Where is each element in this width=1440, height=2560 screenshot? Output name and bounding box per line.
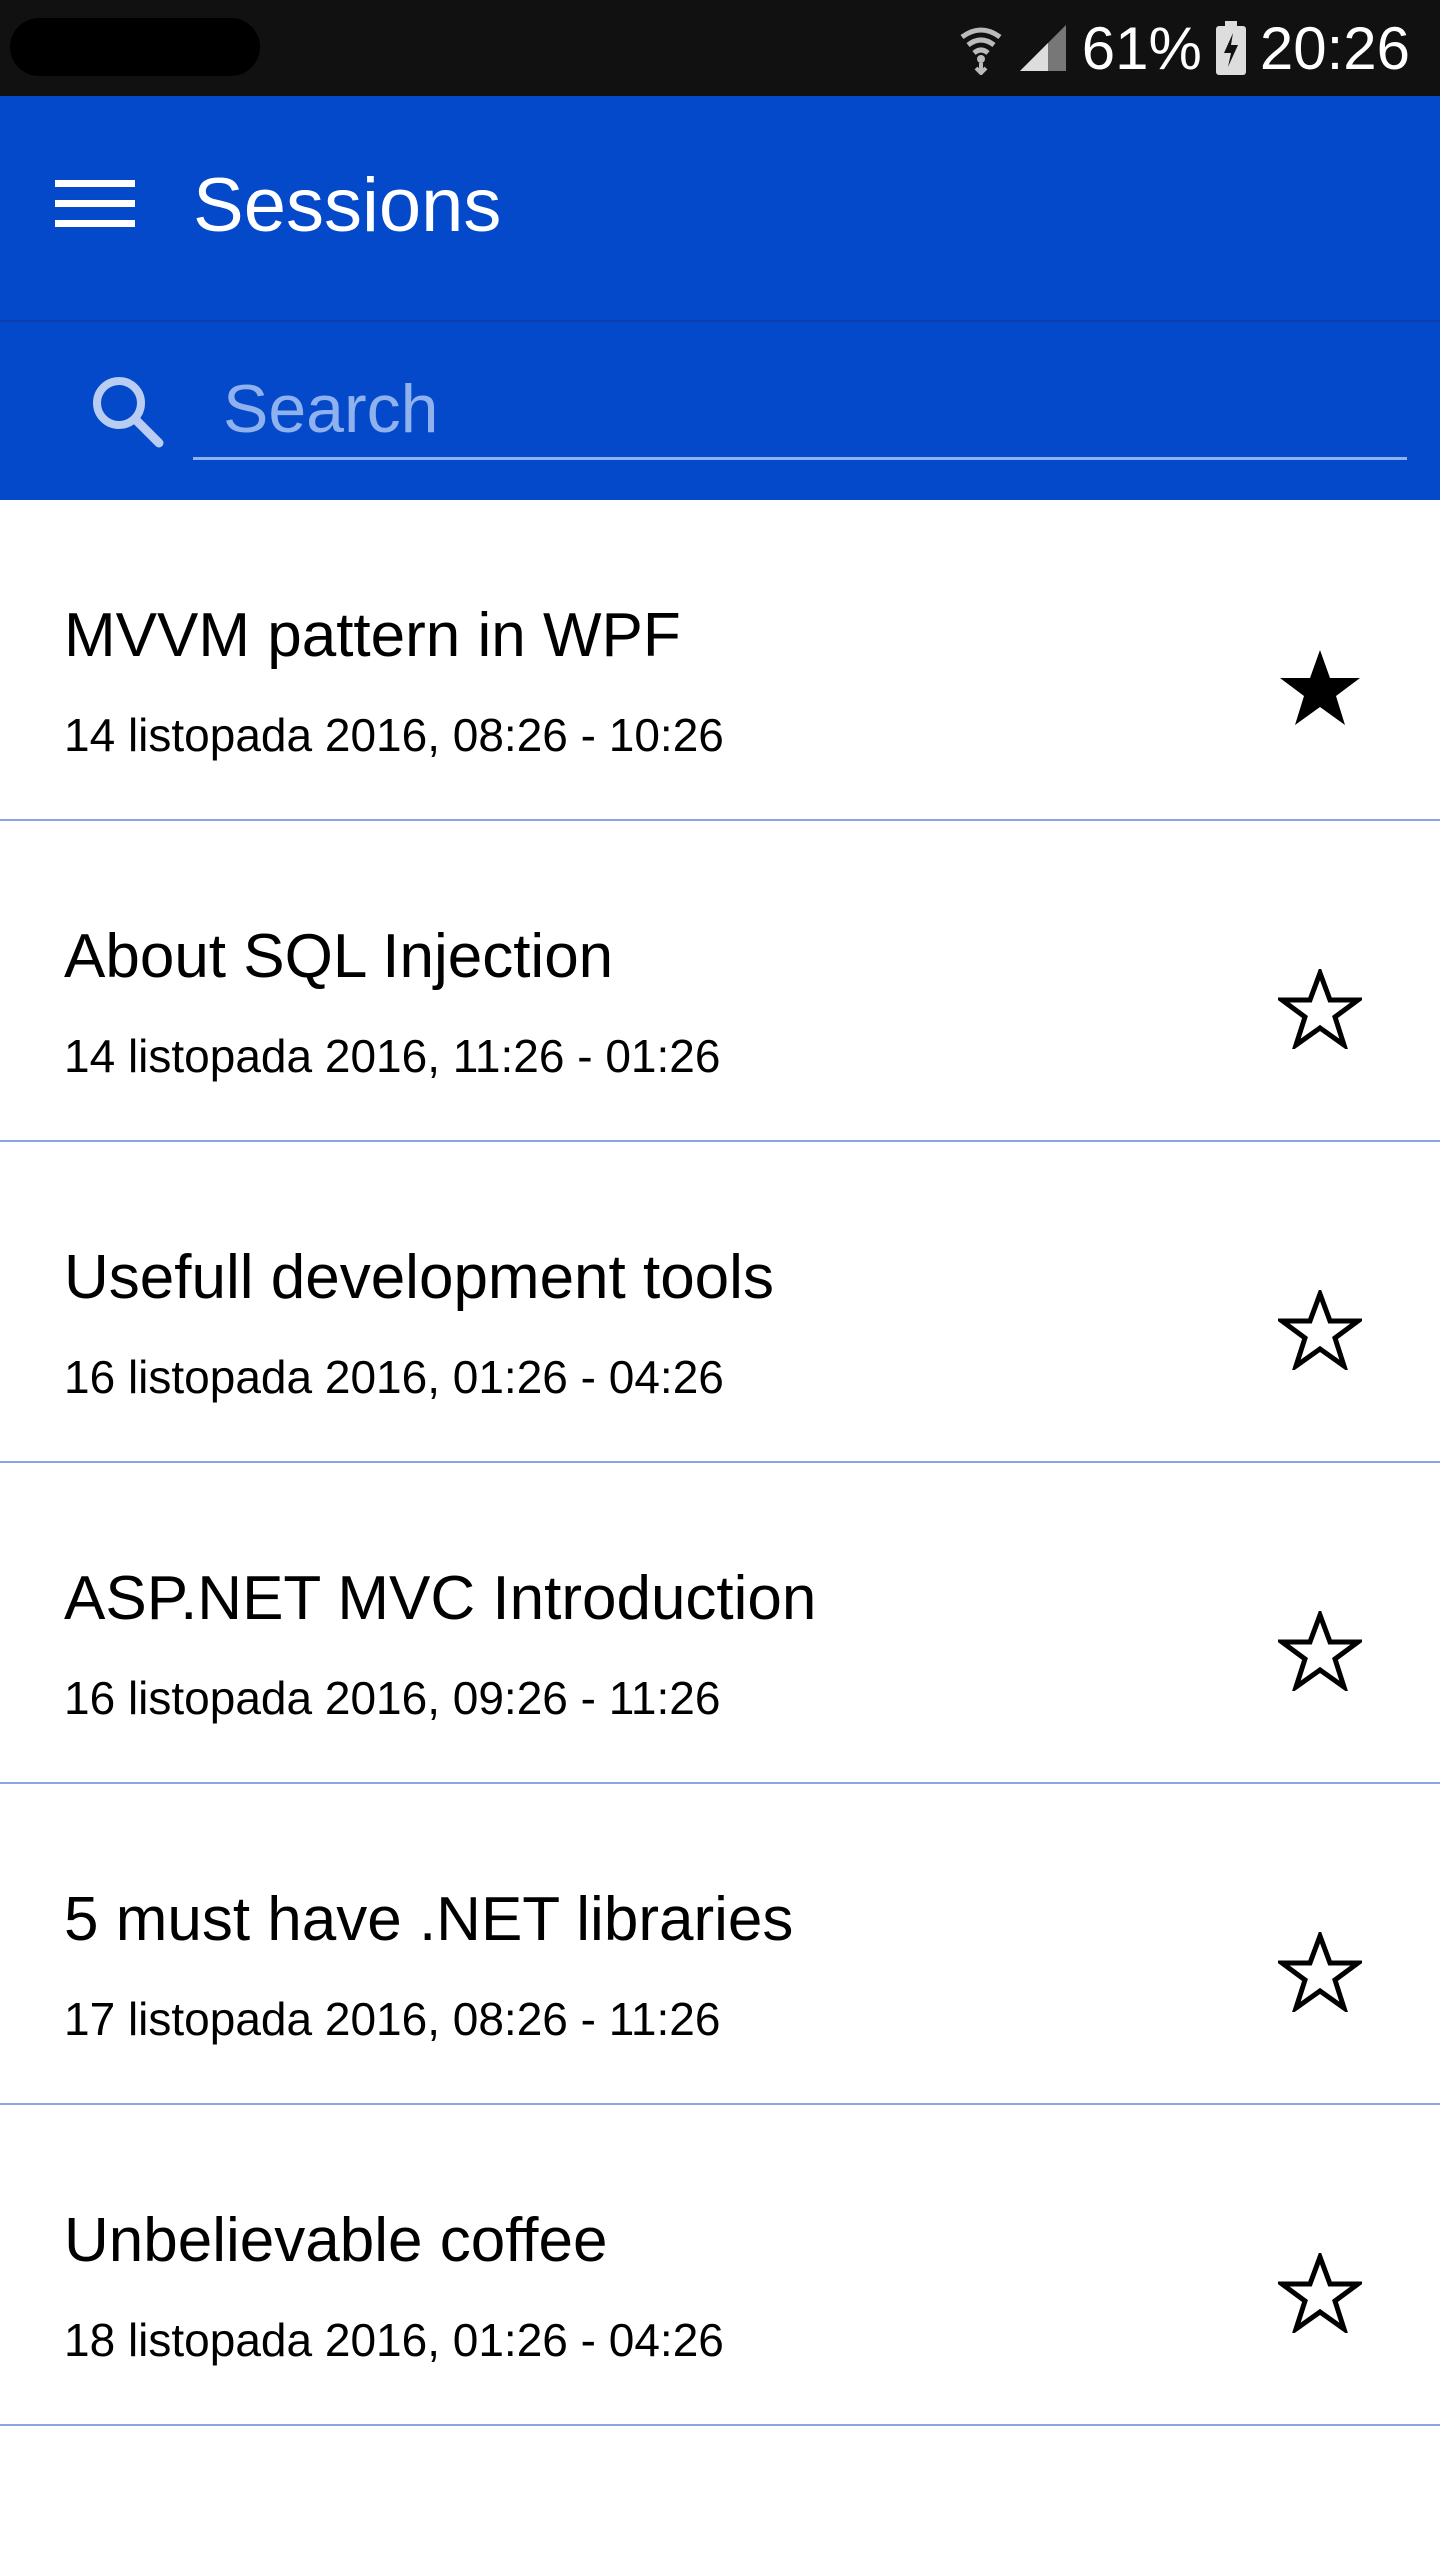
clock: 20:26 [1259,14,1410,82]
app-screen: 61% 20:26 Sessions Search MVVM pattern i… [0,0,1440,2560]
search-icon [82,366,172,456]
session-list: MVVM pattern in WPF 14 listopada 2016, 0… [0,500,1440,2426]
session-time: 16 listopada 2016, 01:26 - 04:26 [64,1351,724,1403]
session-item-3[interactable]: ASP.NET MVC Introduction 16 listopada 20… [0,1463,1440,1784]
star-outline-icon [1274,1928,1366,2017]
session-item-2[interactable]: Usefull development tools 16 listopada 2… [0,1142,1440,1463]
search-bar [0,322,1440,500]
favorite-button[interactable] [1260,1914,1380,2034]
session-title: Unbelievable coffee [64,2206,608,2275]
session-item-5[interactable]: Unbelievable coffee 18 listopada 2016, 0… [0,2105,1440,2426]
star-filled-icon [1278,648,1362,733]
favorite-button[interactable] [1260,951,1380,1071]
session-item-4[interactable]: 5 must have .NET libraries 17 listopada … [0,1784,1440,2105]
session-time: 17 listopada 2016, 08:26 - 11:26 [64,1993,721,2045]
status-bar: 61% 20:26 [0,0,1440,96]
menu-button[interactable] [40,156,150,256]
favorite-button[interactable] [1260,2235,1380,2355]
session-title: 5 must have .NET libraries [64,1885,794,1954]
session-time: 16 listopada 2016, 09:26 - 11:26 [64,1672,721,1724]
search-input[interactable] [193,360,1407,460]
session-time: 14 listopada 2016, 08:26 - 10:26 [64,709,724,761]
session-title: Usefull development tools [64,1243,774,1312]
page-title: Sessions [193,163,502,248]
favorite-button[interactable] [1260,1593,1380,1713]
session-title: MVVM pattern in WPF [64,601,681,670]
favorite-button[interactable] [1260,1272,1380,1392]
signal-icon [1018,23,1068,73]
session-time: 18 listopada 2016, 01:26 - 04:26 [64,2314,724,2366]
hamburger-menu-icon [55,174,135,239]
favorite-button[interactable] [1260,630,1380,750]
session-item-0[interactable]: MVVM pattern in WPF 14 listopada 2016, 0… [0,500,1440,821]
carrier-name-redacted [10,18,260,76]
battery-charging-icon [1215,21,1246,75]
star-outline-icon [1274,1607,1366,1696]
status-icons: 61% 20:26 [958,0,1410,96]
session-title: About SQL Injection [64,922,614,991]
battery-percent: 61% [1081,14,1202,82]
wifi-icon [958,21,1004,75]
star-outline-icon [1274,965,1366,1054]
star-outline-icon [1274,1286,1366,1375]
session-item-1[interactable]: About SQL Injection 14 listopada 2016, 1… [0,821,1440,1142]
session-time: 14 listopada 2016, 11:26 - 01:26 [64,1030,721,1082]
session-title: ASP.NET MVC Introduction [64,1564,817,1633]
app-bar: Sessions [0,96,1440,322]
star-outline-icon [1274,2249,1366,2338]
